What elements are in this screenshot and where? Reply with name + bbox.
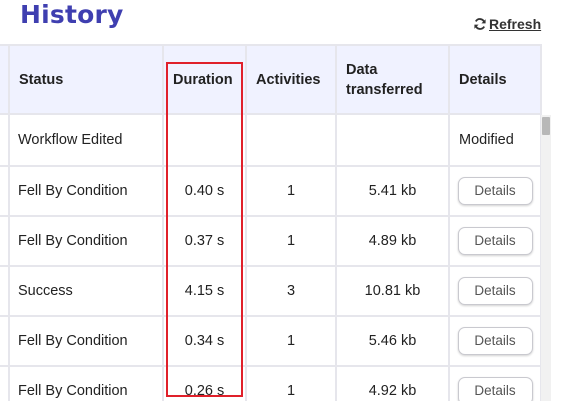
activities-cell: 1	[245, 215, 337, 267]
column-header-status[interactable]: Status	[8, 44, 164, 115]
activities-cell: 3	[245, 265, 337, 317]
details-cell: Details	[448, 215, 542, 267]
table-scrollbar[interactable]	[541, 115, 551, 401]
column-header-details[interactable]: Details	[448, 44, 542, 115]
status-cell: Workflow Edited	[8, 113, 164, 167]
data-transferred-cell: 4.92 kb	[335, 365, 450, 401]
column-header-duration[interactable]: Duration	[162, 44, 247, 115]
table-row[interactable]: Fell By Condition 0.37 s 1 4.89 kb Detai…	[0, 215, 542, 267]
table-row[interactable]: Fell By Condition 0.40 s 1 5.41 kb Detai…	[0, 165, 542, 217]
column-header-hidden	[0, 44, 10, 115]
activities-cell: 1	[245, 365, 337, 401]
duration-cell: 0.37 s	[162, 215, 247, 267]
row-edge-cell	[0, 215, 10, 267]
details-cell: Details	[448, 315, 542, 367]
data-transferred-cell: 4.89 kb	[335, 215, 450, 267]
refresh-icon	[473, 17, 487, 31]
status-cell: Fell By Condition	[8, 165, 164, 217]
status-cell: Success	[8, 265, 164, 317]
data-transferred-cell: 10.81 kb	[335, 265, 450, 317]
duration-cell	[162, 113, 247, 167]
history-table: Status Duration Activities Data transfer…	[0, 44, 542, 401]
details-modified-text: Modified	[448, 113, 542, 167]
status-cell: Fell By Condition	[8, 365, 164, 401]
details-button[interactable]: Details	[457, 227, 533, 255]
refresh-label: Refresh	[489, 16, 542, 32]
status-cell: Fell By Condition	[8, 315, 164, 367]
details-button[interactable]: Details	[457, 177, 533, 205]
table-header-row: Status Duration Activities Data transfer…	[0, 44, 542, 115]
scrollbar-thumb[interactable]	[542, 117, 550, 135]
duration-cell: 0.26 s	[162, 365, 247, 401]
row-edge-cell	[0, 165, 10, 217]
details-cell: Details	[448, 365, 542, 401]
history-table-container: Status Duration Activities Data transfer…	[0, 44, 552, 401]
row-edge-cell	[0, 365, 10, 401]
data-transferred-cell: 5.41 kb	[335, 165, 450, 217]
activities-cell: 1	[245, 165, 337, 217]
activities-cell	[245, 113, 337, 167]
duration-cell: 4.15 s	[162, 265, 247, 317]
refresh-link[interactable]: Refresh	[473, 16, 541, 32]
activities-cell: 1	[245, 315, 337, 367]
details-button[interactable]: Details	[457, 327, 533, 355]
details-button[interactable]: Details	[457, 277, 533, 305]
details-cell: Details	[448, 165, 542, 217]
details-cell: Details	[448, 265, 542, 317]
table-row[interactable]: Workflow Edited Modified	[0, 113, 542, 167]
page-title: History	[20, 0, 124, 29]
duration-cell: 0.40 s	[162, 165, 247, 217]
row-edge-cell	[0, 315, 10, 367]
table-row[interactable]: Fell By Condition 0.26 s 1 4.92 kb Detai…	[0, 365, 542, 401]
duration-cell: 0.34 s	[162, 315, 247, 367]
data-transferred-cell: 5.46 kb	[335, 315, 450, 367]
column-header-activities[interactable]: Activities	[245, 44, 337, 115]
table-row[interactable]: Fell By Condition 0.34 s 1 5.46 kb Detai…	[0, 315, 542, 367]
status-cell: Fell By Condition	[8, 215, 164, 267]
row-edge-cell	[0, 113, 10, 167]
data-transferred-cell	[335, 113, 450, 167]
details-button[interactable]: Details	[457, 377, 533, 401]
row-edge-cell	[0, 265, 10, 317]
column-header-data-transferred[interactable]: Data transferred	[335, 44, 450, 115]
table-row[interactable]: Success 4.15 s 3 10.81 kb Details	[0, 265, 542, 317]
